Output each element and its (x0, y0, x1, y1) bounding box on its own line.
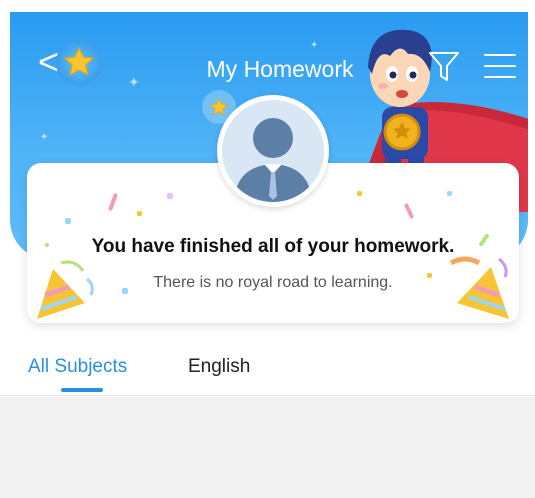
confetti (65, 218, 71, 224)
menu-line (484, 54, 516, 56)
completion-headline: You have finished all of your homework. (91, 236, 455, 257)
motto-text: There is no royal road to learning. (153, 274, 393, 291)
confetti (357, 191, 362, 196)
subject-tabs: All Subjects English (0, 344, 535, 396)
page-title: My Homework (206, 56, 354, 82)
confetti (167, 193, 173, 199)
sparkle-icon: ✦ (40, 132, 49, 143)
avatar (217, 95, 329, 207)
confetti (137, 211, 142, 216)
confetti (108, 192, 118, 212)
star-icon (63, 46, 95, 76)
star-badge (56, 40, 102, 86)
homework-list-area (0, 397, 535, 498)
filter-button[interactable] (428, 50, 460, 84)
sparkle-icon: ✦ (128, 74, 140, 90)
tab-english[interactable]: English (188, 356, 250, 378)
confetti (447, 191, 452, 196)
user-avatar-icon (222, 100, 324, 202)
confetti (403, 202, 415, 220)
sparkle-icon: ✦ (310, 40, 319, 51)
menu-line (484, 76, 516, 78)
filter-icon (429, 52, 459, 81)
menu-line (484, 65, 516, 67)
tab-all-subjects[interactable]: All Subjects (28, 356, 127, 378)
menu-button[interactable] (484, 52, 516, 80)
back-button[interactable]: < (38, 40, 108, 90)
active-tab-indicator (61, 388, 103, 392)
homework-screen: ✦ ✦ ✦ < My Homework You have finished al… (0, 0, 535, 498)
